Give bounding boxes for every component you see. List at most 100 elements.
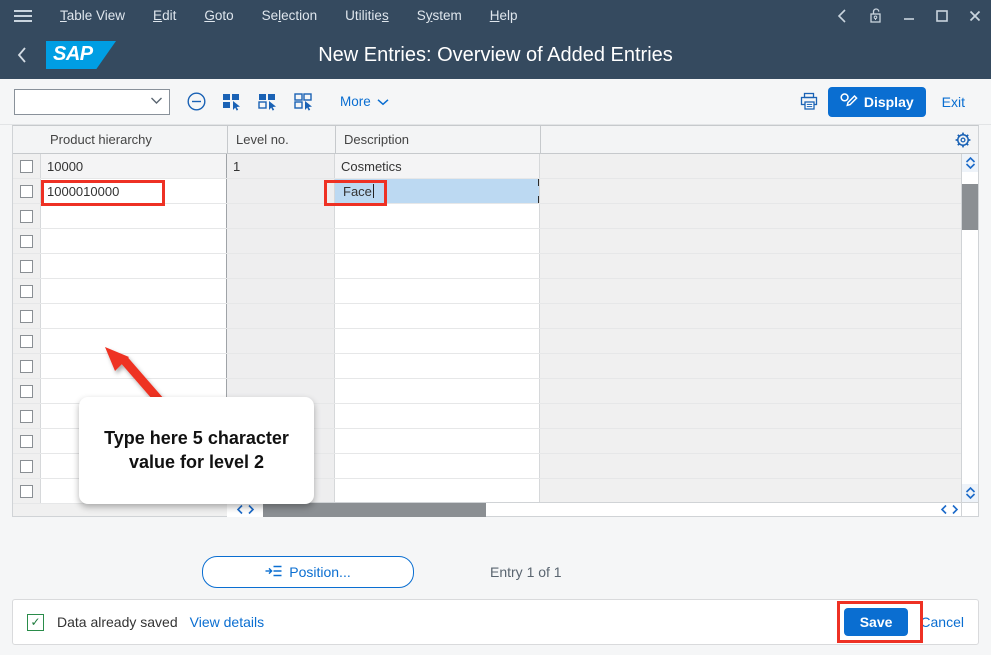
table-row[interactable] [13,229,978,254]
vertical-scroll-corner-arrows[interactable] [940,504,959,515]
row-checkbox[interactable] [20,359,33,373]
page-back-button[interactable] [0,31,44,79]
more-menu-button[interactable]: More [330,86,399,118]
exit-button[interactable]: Exit [930,87,977,117]
table-row[interactable]: 10000 1 Cosmetics [13,154,978,179]
column-header-product-hierarchy[interactable]: Product hierarchy [42,125,228,154]
description-input-value: Face [343,184,372,199]
cell-product-hierarchy[interactable] [41,229,227,253]
gear-icon[interactable] [954,131,972,149]
cell-level-no[interactable] [227,204,335,228]
scroll-up-icon[interactable] [962,154,978,172]
table-row[interactable] [13,304,978,329]
row-checkbox[interactable] [20,409,33,423]
page-title: New Entries: Overview of Added Entries [318,43,673,66]
cell-level-no[interactable] [227,254,335,278]
horizontal-scroll-thumb[interactable] [263,502,486,517]
row-checkbox[interactable] [20,484,33,498]
cell-description[interactable] [335,404,540,428]
cell-level-no[interactable] [227,354,335,378]
maximize-icon[interactable] [925,0,958,31]
close-icon[interactable] [958,0,991,31]
cell-product-hierarchy[interactable] [41,254,227,278]
row-checkbox[interactable] [20,309,33,323]
cell-level-no[interactable] [227,329,335,353]
lock-open-icon[interactable] [859,0,892,31]
cell-description[interactable]: Face [335,179,540,203]
row-checkbox[interactable] [20,284,33,298]
cell-description[interactable]: Cosmetics [335,154,540,178]
menu-item-table-view[interactable]: Table View [46,0,139,31]
row-checkbox[interactable] [20,384,33,398]
select-block-icon[interactable] [250,86,286,118]
cell-product-hierarchy[interactable]: 10000 [41,154,227,178]
table-row[interactable] [13,279,978,304]
cell-filler [540,304,978,328]
menu-item-edit[interactable]: Edit [139,0,190,31]
cell-description[interactable] [335,454,540,478]
cell-description[interactable] [335,279,540,303]
table-row[interactable] [13,204,978,229]
cell-level-no[interactable] [227,304,335,328]
vertical-scroll-thumb[interactable] [962,184,978,230]
view-details-link[interactable]: View details [190,614,264,630]
cell-product-hierarchy[interactable] [41,279,227,303]
horizontal-scroll-arrows[interactable] [227,502,263,517]
cell-filler [540,254,978,278]
table-row[interactable]: 1000010000 Face [13,179,978,204]
row-checkbox[interactable] [20,459,33,473]
cell-product-hierarchy[interactable] [41,304,227,328]
annotation-callout-text: Type here 5 character value for level 2 [104,427,289,472]
deselect-all-icon[interactable] [286,86,322,118]
delete-row-icon[interactable] [178,86,214,118]
cell-description[interactable] [335,229,540,253]
cell-description[interactable] [335,479,540,503]
menu-item-help[interactable]: Help [476,0,532,31]
cell-description[interactable] [335,429,540,453]
sap-logo[interactable]: SAP [46,41,116,69]
column-header-level-no[interactable]: Level no. [228,125,336,154]
row-checkbox[interactable] [20,259,33,273]
cell-level-no[interactable]: 1 [227,154,335,178]
cell-level-no[interactable] [227,279,335,303]
horizontal-scrollbar[interactable] [227,502,961,517]
table-row[interactable] [13,254,978,279]
menu-item-system[interactable]: System [403,0,476,31]
row-checkbox[interactable] [20,209,33,223]
menu-accesskey: l [278,8,282,23]
variant-select[interactable] [14,88,170,115]
scroll-down-icon[interactable] [962,484,978,502]
hamburger-icon[interactable] [0,0,46,31]
menu-item-goto[interactable]: Goto [190,0,247,31]
row-checkbox[interactable] [20,159,33,173]
menu-item-utilities[interactable]: Utilities [331,0,403,31]
cell-description[interactable] [335,379,540,403]
row-checkbox[interactable] [20,234,33,248]
cell-product-hierarchy[interactable] [41,204,227,228]
menu-item-selection[interactable]: Selection [248,0,332,31]
cell-filler [540,429,978,453]
print-icon[interactable] [792,86,828,118]
cell-product-hierarchy[interactable]: 1000010000 [41,179,227,203]
history-back-icon[interactable] [826,0,859,31]
status-actions: Save Cancel [836,601,964,643]
cell-description[interactable] [335,254,540,278]
cell-level-no[interactable] [227,179,335,203]
save-button[interactable]: Save [843,608,909,636]
display-button[interactable]: Display [827,86,926,117]
column-header-description[interactable]: Description [336,125,541,154]
menu-accesskey: G [204,8,215,23]
select-all-icon[interactable] [214,86,250,118]
row-checkbox[interactable] [20,434,33,448]
minimize-icon[interactable] [892,0,925,31]
cell-description[interactable] [335,329,540,353]
cell-description[interactable] [335,304,540,328]
cell-description[interactable] [335,204,540,228]
cancel-button[interactable]: Cancel [920,614,964,630]
cell-description[interactable] [335,354,540,378]
cell-level-no[interactable] [227,229,335,253]
row-checkbox[interactable] [20,334,33,348]
vertical-scrollbar[interactable] [961,154,978,502]
row-checkbox[interactable] [20,184,33,198]
position-button[interactable]: Position... [202,556,414,588]
